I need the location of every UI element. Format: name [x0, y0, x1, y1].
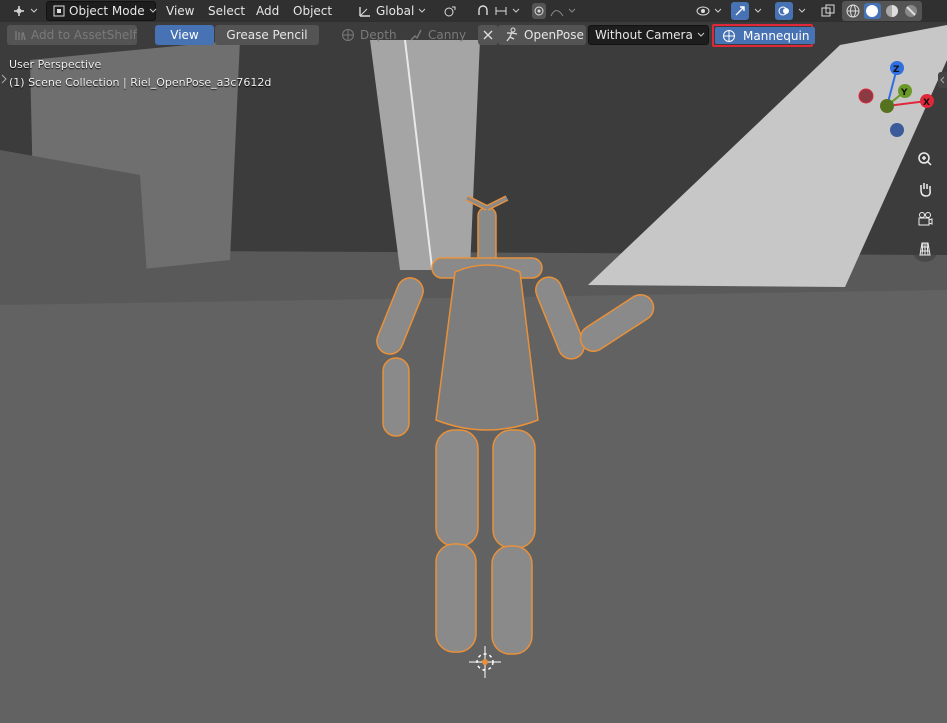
shading-wireframe-icon[interactable] — [844, 3, 862, 19]
canny-icon — [408, 27, 424, 43]
zoom-icon — [917, 151, 933, 167]
asset-shelf-icon — [13, 27, 27, 43]
depth-button[interactable]: Depth — [334, 25, 403, 45]
object-mode-icon — [53, 3, 65, 19]
mannequin-highlight: Mannequin — [712, 24, 816, 47]
mannequin-button[interactable]: Mannequin — [715, 27, 816, 44]
mannequin-left-forearm[interactable] — [382, 357, 410, 437]
gizmo-x-label: X — [923, 98, 930, 108]
camera-view-icon — [917, 211, 933, 227]
shading-mode-group[interactable] — [842, 1, 922, 21]
proportional-edit-toggle[interactable] — [526, 1, 582, 21]
object-mode-label: Object Mode — [69, 4, 145, 18]
depth-label: Depth — [360, 28, 397, 42]
camera-view-button[interactable] — [912, 206, 938, 232]
gizmo-neg-x[interactable] — [858, 88, 874, 104]
canny-label: Canny — [428, 28, 467, 42]
mannequin-label: Mannequin — [743, 28, 810, 43]
add-to-assetshelf-button[interactable]: Add to AssetShelf — [7, 25, 137, 45]
xray-toggle[interactable] — [818, 1, 838, 21]
mannequin-neck[interactable] — [477, 206, 497, 266]
chevron-down-icon — [797, 6, 807, 16]
depth-icon — [340, 27, 356, 43]
gizmo-neg-y[interactable] — [880, 99, 894, 113]
ortho-toggle-button[interactable] — [912, 236, 938, 262]
mannequin-left-shin[interactable] — [435, 543, 477, 653]
object-mode-select[interactable]: Object Mode — [46, 1, 156, 21]
openpose-button[interactable]: OpenPose — [498, 25, 586, 45]
gizmo-toggle[interactable] — [728, 1, 766, 21]
grease-pencil-button[interactable]: Grease Pencil — [215, 25, 319, 45]
pivot-select[interactable] — [436, 1, 466, 21]
overlay-icon — [775, 2, 793, 20]
chevron-down-icon — [697, 30, 705, 40]
view-button[interactable]: View — [155, 25, 214, 45]
chevron-down-icon — [30, 6, 38, 16]
viewport-perspective-label: User Perspective — [9, 58, 102, 71]
gizmo-z-label: Z — [893, 65, 900, 75]
orientation-label: Global — [376, 4, 415, 18]
chevron-down-icon — [753, 6, 763, 16]
menu-add[interactable]: Add — [250, 1, 285, 21]
snap-toggle[interactable] — [470, 1, 522, 21]
openpose-label: OpenPose — [524, 28, 584, 42]
menu-object[interactable]: Object — [287, 1, 338, 21]
wall-block-left-front — [0, 150, 148, 300]
canny-button[interactable]: Canny — [402, 25, 472, 45]
xray-icon — [820, 3, 836, 19]
chevron-down-icon — [149, 6, 157, 16]
chevron-down-icon — [714, 6, 722, 16]
close-icon[interactable] — [478, 25, 498, 45]
visibility-icon — [696, 3, 710, 19]
mannequin-left-thigh[interactable] — [435, 429, 479, 547]
mannequin-right-shin[interactable] — [491, 545, 533, 655]
transform-orientation-icon — [358, 3, 372, 19]
editor-type-button[interactable] — [6, 1, 42, 21]
falloff-icon — [550, 3, 564, 19]
gizmo-y-label: Y — [900, 88, 908, 98]
camera-select-value: Without Camera — [595, 28, 693, 42]
gizmo-icon — [731, 2, 749, 20]
overlay-toggle[interactable] — [772, 1, 810, 21]
pose-icon — [504, 27, 520, 43]
mannequin-right-thigh[interactable] — [492, 429, 536, 549]
header-bar: Object Mode View Select Add Object Globa… — [0, 0, 947, 22]
shading-solid-icon[interactable] — [863, 3, 881, 19]
hand-pan-icon — [917, 181, 933, 197]
add-to-assetshelf-label: Add to AssetShelf — [31, 28, 137, 42]
viewport-collection-label: (1) Scene Collection | Riel_OpenPose_a3c… — [9, 76, 272, 89]
pivot-icon — [442, 3, 458, 19]
snap-icon — [476, 3, 490, 19]
chevron-down-icon — [512, 6, 520, 16]
menu-select[interactable]: Select — [202, 1, 251, 21]
zoom-button[interactable] — [912, 146, 938, 172]
gizmo-neg-z[interactable] — [890, 123, 904, 137]
sidebar-toggle-left[interactable] — [1, 73, 7, 87]
proportional-edit-icon — [532, 3, 546, 19]
menu-view[interactable]: View — [160, 1, 200, 21]
shading-material-icon[interactable] — [883, 3, 901, 19]
camera-select[interactable]: Without Camera — [588, 25, 709, 45]
shading-rendered-icon[interactable] — [903, 3, 921, 19]
grid-view-icon — [917, 241, 933, 257]
globe-icon — [721, 28, 737, 44]
blender-window: { "header": { "mode_label": "Object Mode… — [0, 0, 947, 723]
chevron-down-icon — [568, 6, 576, 16]
snap-target-icon — [494, 3, 508, 19]
controlnet-toolbar: Add to AssetShelf View Grease Pencil Dep… — [0, 24, 947, 47]
pan-button[interactable] — [912, 176, 938, 202]
sidebar-toggle-right[interactable] — [938, 72, 947, 88]
transform-orientation-select[interactable]: Global — [352, 1, 430, 21]
editor-type-icon — [12, 3, 26, 19]
chevron-down-icon — [418, 6, 426, 16]
visibility-select[interactable] — [690, 1, 726, 21]
3d-viewport[interactable]: Z Y X — [0, 0, 947, 723]
